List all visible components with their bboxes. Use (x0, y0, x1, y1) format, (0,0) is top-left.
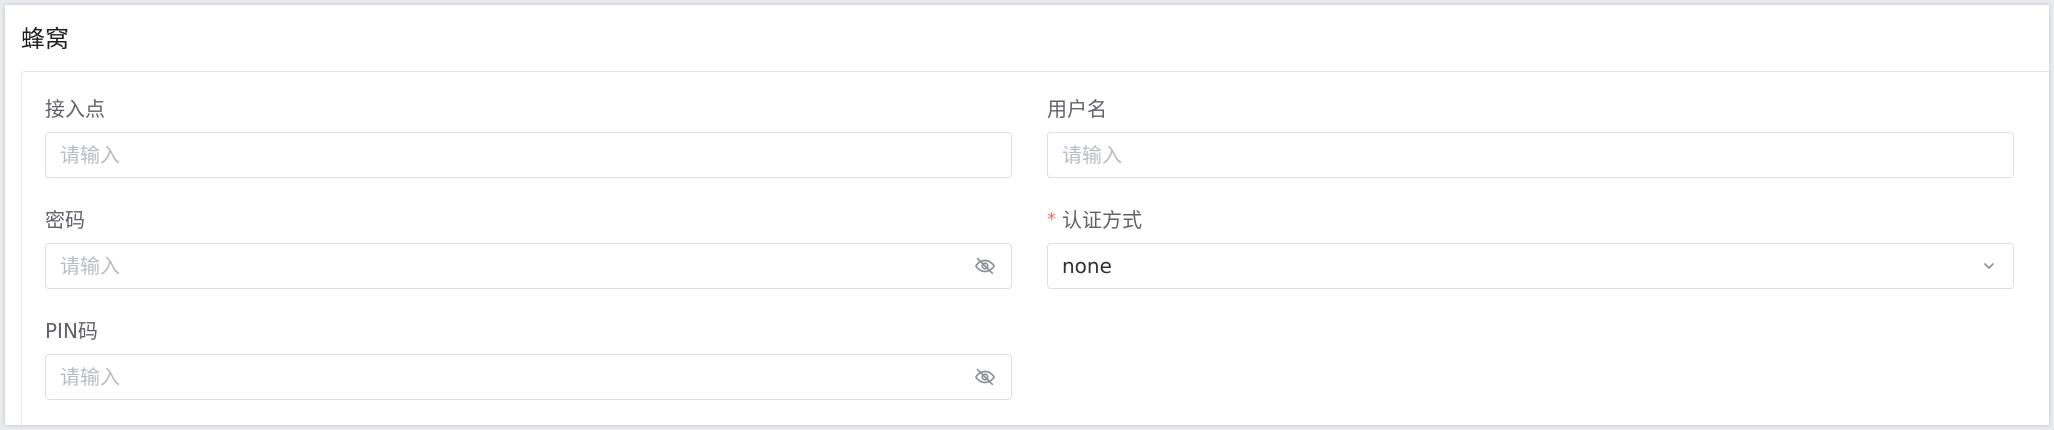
auth-method-selected-value: none (1062, 254, 1112, 278)
username-label: 用户名 (1047, 97, 1107, 121)
password-input-wrapper[interactable] (45, 243, 1012, 289)
password-field: 密码 (45, 205, 1012, 289)
chevron-down-icon[interactable] (1979, 256, 1999, 276)
required-mark: * (1047, 209, 1056, 230)
cellular-form: 接入点 用户名 密码 (21, 71, 2049, 425)
panel-title: 蜂窝 (21, 25, 69, 53)
pin-input-wrapper[interactable] (45, 354, 1012, 400)
apn-input[interactable] (60, 135, 997, 175)
pin-label: PIN码 (45, 319, 98, 343)
username-field: 用户名 (1047, 94, 2014, 178)
eye-off-icon[interactable] (973, 254, 997, 278)
pin-field: PIN码 (45, 316, 1012, 400)
auth-method-label: 认证方式 (1062, 208, 1142, 232)
password-label: 密码 (45, 208, 85, 232)
auth-method-field: * 认证方式 none (1047, 205, 2014, 289)
pin-input[interactable] (60, 357, 973, 397)
apn-field: 接入点 (45, 94, 1012, 178)
username-input-wrapper[interactable] (1047, 132, 2014, 178)
cellular-panel: 蜂窝 接入点 用户名 密码 (5, 5, 2049, 425)
auth-method-select[interactable]: none (1047, 243, 2014, 289)
apn-input-wrapper[interactable] (45, 132, 1012, 178)
eye-off-icon[interactable] (973, 365, 997, 389)
password-input[interactable] (60, 246, 973, 286)
username-input[interactable] (1062, 135, 1999, 175)
apn-label: 接入点 (45, 97, 105, 121)
auth-method-label-row: * 认证方式 (1047, 205, 2014, 235)
